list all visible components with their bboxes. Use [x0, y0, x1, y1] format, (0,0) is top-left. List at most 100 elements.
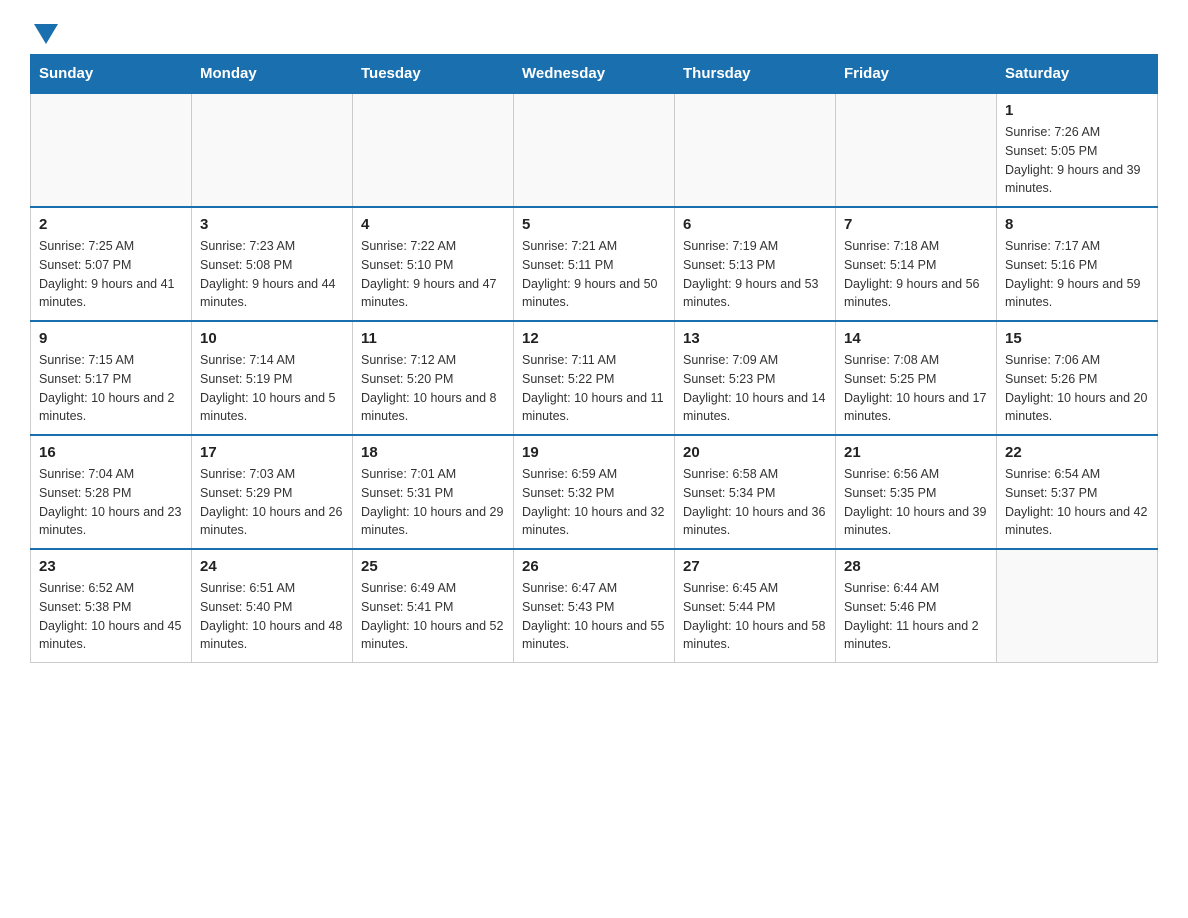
day-info: Sunrise: 6:49 AMSunset: 5:41 PMDaylight:…: [361, 579, 505, 654]
header-row: SundayMondayTuesdayWednesdayThursdayFrid…: [31, 55, 1158, 94]
calendar-cell: 26 Sunrise: 6:47 AMSunset: 5:43 PMDayligh…: [514, 549, 675, 663]
calendar-cell: [514, 93, 675, 207]
header-day-monday: Monday: [192, 55, 353, 94]
calendar-cell: 11Sunrise: 7:12 AMSunset: 5:20 PMDayligh…: [353, 321, 514, 435]
day-info: Sunrise: 7:25 AMSunset: 5:07 PMDaylight:…: [39, 237, 183, 312]
calendar-cell: 13 Sunrise: 7:09 AMSunset: 5:23 PMDayligh…: [675, 321, 836, 435]
calendar-cell: 14 Sunrise: 7:08 AMSunset: 5:25 PMDayligh…: [836, 321, 997, 435]
header-day-friday: Friday: [836, 55, 997, 94]
header-day-tuesday: Tuesday: [353, 55, 514, 94]
day-number: 18: [361, 444, 505, 461]
day-info: Sunrise: 7:03 AMSunset: 5:29 PMDaylight:…: [200, 465, 344, 540]
day-number: 23: [39, 558, 183, 575]
header-day-sunday: Sunday: [31, 55, 192, 94]
week-row-2: 9 Sunrise: 7:15 AMSunset: 5:17 PMDaylight…: [31, 321, 1158, 435]
day-number: 13: [683, 330, 827, 347]
day-number: 25: [361, 558, 505, 575]
calendar-body: 1 Sunrise: 7:26 AMSunset: 5:05 PMDaylight…: [31, 93, 1158, 663]
calendar-cell: 23 Sunrise: 6:52 AMSunset: 5:38 PMDayligh…: [31, 549, 192, 663]
day-number: 4: [361, 216, 505, 233]
calendar-cell: 15 Sunrise: 7:06 AMSunset: 5:26 PMDayligh…: [997, 321, 1158, 435]
day-number: 9: [39, 330, 183, 347]
day-info: Sunrise: 6:51 AMSunset: 5:40 PMDaylight:…: [200, 579, 344, 654]
day-info: Sunrise: 7:09 AMSunset: 5:23 PMDaylight:…: [683, 351, 827, 426]
calendar-cell: 2 Sunrise: 7:25 AMSunset: 5:07 PMDaylight…: [31, 207, 192, 321]
day-info: Sunrise: 6:59 AMSunset: 5:32 PMDaylight:…: [522, 465, 666, 540]
calendar-cell: 6Sunrise: 7:19 AMSunset: 5:13 PMDaylight…: [675, 207, 836, 321]
calendar-cell: 10Sunrise: 7:14 AMSunset: 5:19 PMDayligh…: [192, 321, 353, 435]
day-info: Sunrise: 7:06 AMSunset: 5:26 PMDaylight:…: [1005, 351, 1149, 426]
calendar-cell: 25 Sunrise: 6:49 AMSunset: 5:41 PMDayligh…: [353, 549, 514, 663]
header-day-saturday: Saturday: [997, 55, 1158, 94]
calendar-cell: 18 Sunrise: 7:01 AMSunset: 5:31 PMDayligh…: [353, 435, 514, 549]
calendar-cell: 3Sunrise: 7:23 AMSunset: 5:08 PMDaylight…: [192, 207, 353, 321]
calendar-cell: 7 Sunrise: 7:18 AMSunset: 5:14 PMDaylight…: [836, 207, 997, 321]
day-info: Sunrise: 7:15 AMSunset: 5:17 PMDaylight:…: [39, 351, 183, 426]
day-info: Sunrise: 6:56 AMSunset: 5:35 PMDaylight:…: [844, 465, 988, 540]
day-info: Sunrise: 6:54 AMSunset: 5:37 PMDaylight:…: [1005, 465, 1149, 540]
day-number: 19: [522, 444, 666, 461]
calendar-cell: 12 Sunrise: 7:11 AMSunset: 5:22 PMDayligh…: [514, 321, 675, 435]
calendar-cell: 24 Sunrise: 6:51 AMSunset: 5:40 PMDayligh…: [192, 549, 353, 663]
calendar-cell: 20 Sunrise: 6:58 AMSunset: 5:34 PMDayligh…: [675, 435, 836, 549]
day-number: 12: [522, 330, 666, 347]
day-number: 16: [39, 444, 183, 461]
calendar-cell: 17 Sunrise: 7:03 AMSunset: 5:29 PMDayligh…: [192, 435, 353, 549]
calendar-cell: 1 Sunrise: 7:26 AMSunset: 5:05 PMDaylight…: [997, 93, 1158, 207]
header-day-thursday: Thursday: [675, 55, 836, 94]
day-info: Sunrise: 7:11 AMSunset: 5:22 PMDaylight:…: [522, 351, 666, 426]
day-info: Sunrise: 7:12 AMSunset: 5:20 PMDaylight:…: [361, 351, 505, 426]
day-info: Sunrise: 7:22 AMSunset: 5:10 PMDaylight:…: [361, 237, 505, 312]
calendar-cell: 19 Sunrise: 6:59 AMSunset: 5:32 PMDayligh…: [514, 435, 675, 549]
day-info: Sunrise: 6:47 AMSunset: 5:43 PMDaylight:…: [522, 579, 666, 654]
day-number: 21: [844, 444, 988, 461]
calendar-cell: 8 Sunrise: 7:17 AMSunset: 5:16 PMDaylight…: [997, 207, 1158, 321]
day-info: Sunrise: 6:44 AMSunset: 5:46 PMDaylight:…: [844, 579, 988, 654]
calendar-table: SundayMondayTuesdayWednesdayThursdayFrid…: [30, 54, 1158, 663]
day-info: Sunrise: 7:26 AMSunset: 5:05 PMDaylight:…: [1005, 123, 1149, 198]
calendar-cell: [836, 93, 997, 207]
day-info: Sunrise: 7:04 AMSunset: 5:28 PMDaylight:…: [39, 465, 183, 540]
day-number: 8: [1005, 216, 1149, 233]
day-number: 17: [200, 444, 344, 461]
day-info: Sunrise: 7:21 AMSunset: 5:11 PMDaylight:…: [522, 237, 666, 312]
calendar-cell: 16 Sunrise: 7:04 AMSunset: 5:28 PMDayligh…: [31, 435, 192, 549]
week-row-1: 2 Sunrise: 7:25 AMSunset: 5:07 PMDaylight…: [31, 207, 1158, 321]
day-number: 26: [522, 558, 666, 575]
day-info: Sunrise: 7:14 AMSunset: 5:19 PMDaylight:…: [200, 351, 344, 426]
day-number: 14: [844, 330, 988, 347]
day-info: Sunrise: 7:17 AMSunset: 5:16 PMDaylight:…: [1005, 237, 1149, 312]
week-row-4: 23 Sunrise: 6:52 AMSunset: 5:38 PMDayligh…: [31, 549, 1158, 663]
day-number: 24: [200, 558, 344, 575]
day-info: Sunrise: 7:18 AMSunset: 5:14 PMDaylight:…: [844, 237, 988, 312]
calendar-cell: 21 Sunrise: 6:56 AMSunset: 5:35 PMDayligh…: [836, 435, 997, 549]
calendar-cell: [353, 93, 514, 207]
day-number: 1: [1005, 102, 1149, 119]
day-number: 3: [200, 216, 344, 233]
day-info: Sunrise: 6:58 AMSunset: 5:34 PMDaylight:…: [683, 465, 827, 540]
logo-triangle-icon: [34, 24, 58, 44]
day-number: 22: [1005, 444, 1149, 461]
day-info: Sunrise: 7:19 AMSunset: 5:13 PMDaylight:…: [683, 237, 827, 312]
week-row-0: 1 Sunrise: 7:26 AMSunset: 5:05 PMDaylight…: [31, 93, 1158, 207]
calendar-cell: 28Sunrise: 6:44 AMSunset: 5:46 PMDayligh…: [836, 549, 997, 663]
calendar-cell: [675, 93, 836, 207]
day-info: Sunrise: 6:52 AMSunset: 5:38 PMDaylight:…: [39, 579, 183, 654]
day-number: 7: [844, 216, 988, 233]
calendar-header: SundayMondayTuesdayWednesdayThursdayFrid…: [31, 55, 1158, 94]
day-number: 27: [683, 558, 827, 575]
calendar-cell: [31, 93, 192, 207]
calendar-cell: 5 Sunrise: 7:21 AMSunset: 5:11 PMDaylight…: [514, 207, 675, 321]
day-number: 5: [522, 216, 666, 233]
day-info: Sunrise: 6:45 AMSunset: 5:44 PMDaylight:…: [683, 579, 827, 654]
week-row-3: 16 Sunrise: 7:04 AMSunset: 5:28 PMDayligh…: [31, 435, 1158, 549]
calendar-cell: 22 Sunrise: 6:54 AMSunset: 5:37 PMDayligh…: [997, 435, 1158, 549]
day-number: 2: [39, 216, 183, 233]
day-info: Sunrise: 7:01 AMSunset: 5:31 PMDaylight:…: [361, 465, 505, 540]
calendar-cell: 4 Sunrise: 7:22 AMSunset: 5:10 PMDaylight…: [353, 207, 514, 321]
day-number: 15: [1005, 330, 1149, 347]
day-number: 20: [683, 444, 827, 461]
header-day-wednesday: Wednesday: [514, 55, 675, 94]
day-info: Sunrise: 7:08 AMSunset: 5:25 PMDaylight:…: [844, 351, 988, 426]
calendar-cell: [192, 93, 353, 207]
